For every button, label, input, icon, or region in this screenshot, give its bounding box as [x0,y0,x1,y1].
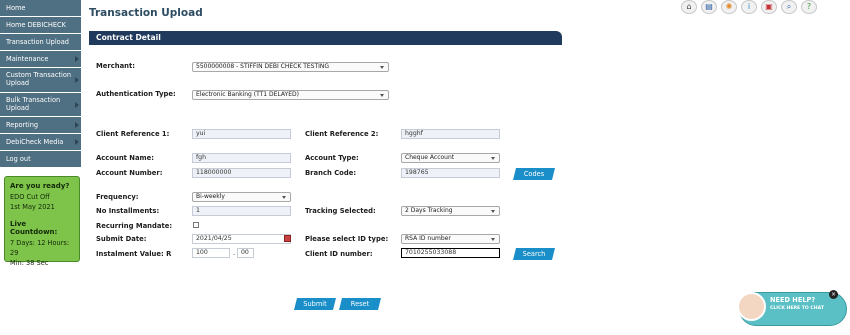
search-button[interactable]: Search [513,248,555,260]
tracking-label: Tracking Selected: [305,207,376,215]
sidebar-item-bulk-transaction-upload[interactable]: Bulk Transaction Upload [0,93,81,117]
account-name-input[interactable]: fgh [192,153,291,163]
instalment-rands-input[interactable]: 100 [192,248,230,258]
countdown-line-2: Min: 38 Sec [10,259,49,267]
search-icon[interactable]: ⌕ [781,0,797,14]
chevron-right-icon [75,139,79,145]
client-id-label: Client ID number: [305,250,373,258]
sidebar-item-label: Reporting [6,121,39,129]
merchant-select-value: 5500000008 - STIFFIN DEBI CHECK TESTING [196,63,330,70]
contract-detail-header: Contract Detail [89,31,562,45]
sidebar-item-label: Home DEBICHECK [6,21,66,29]
merchant-label: Merchant: [96,62,135,70]
submit-button[interactable]: Submit [294,298,336,310]
chevron-right-icon [75,122,79,128]
account-number-label: Account Number: [96,169,163,177]
account-number-input[interactable]: 118000000 [192,168,291,178]
auth-type-select-value: Electronic Banking (TT1 DELAYED) [196,91,299,98]
account-type-select[interactable]: Cheque Account [401,153,500,163]
sidebar-item-custom-transaction-upload[interactable]: Custom Transaction Upload [0,68,81,93]
help-subtitle[interactable]: CLICK HERE TO CHAT [770,306,824,311]
submit-date-input[interactable]: 2021/04/25 [192,234,291,244]
sidebar-item-reporting[interactable]: Reporting [0,117,81,134]
close-icon[interactable]: × [829,290,838,299]
merchant-select[interactable]: 5500000008 - STIFFIN DEBI CHECK TESTING [192,62,389,72]
client-id-input[interactable]: 7010255033088 [401,248,500,258]
id-type-label: Please select ID type: [305,235,389,243]
chevron-down-icon [491,238,495,241]
recurring-mandate-checkbox[interactable] [193,222,199,228]
sidebar-item-logout[interactable]: Log out [0,151,81,168]
auth-type-select[interactable]: Electronic Banking (TT1 DELAYED) [192,90,389,100]
chevron-down-icon [380,66,384,69]
sidebar-item-debicheck-media[interactable]: DebiCheck Media [0,134,81,151]
branch-code-input[interactable]: 198765 [401,168,500,178]
home-icon[interactable]: ⌂ [681,0,697,14]
id-type-select[interactable]: RSA ID number [401,234,500,244]
chevron-down-icon [380,94,384,97]
codes-button[interactable]: Codes [513,168,555,180]
cutoff-label: EDO Cut Off [10,193,50,201]
auth-type-label: Authentication Type: [96,90,176,98]
calendar-icon[interactable] [284,235,291,242]
top-toolbar: ⌂ ▤ ✺ i ▣ ⌕ ? [681,0,817,14]
submit-date-label: Submit Date: [96,235,147,243]
sidebar-item-transaction-upload[interactable]: Transaction Upload [0,34,81,51]
chevron-down-icon [491,157,495,160]
sidebar-item-label: Maintenance [6,55,49,63]
sidebar-item-label: Bulk Transaction Upload [6,96,61,112]
sidebar-item-label: Home [6,4,26,12]
chevron-right-icon [75,101,79,108]
instalment-label: Instalment Value: R [96,250,172,258]
settings-icon[interactable]: ✺ [721,0,737,14]
recurring-mandate-label: Recurring Mandate: [96,222,173,230]
page-title: Transaction Upload [89,7,203,19]
sidebar-item-home[interactable]: Home [0,0,81,17]
chevron-right-icon [75,56,79,62]
sidebar-item-home-debicheck[interactable]: Home DEBICHECK [0,17,81,34]
info-icon[interactable]: i [741,0,757,14]
id-type-select-value: RSA ID number [405,235,451,242]
client-ref2-input[interactable]: hgghf [401,129,500,139]
instalment-decimal-separator: . [233,249,236,257]
client-ref1-label: Client Reference 1: [96,130,170,138]
submit-date-value: 2021/04/25 [196,235,232,242]
account-type-label: Account Type: [305,154,359,162]
client-ref1-input[interactable]: yui [192,129,291,139]
chevron-down-icon [282,196,286,199]
sidebar-item-label: DebiCheck Media [6,138,64,146]
tracking-select[interactable]: 2 Days Tracking [401,206,500,216]
live-countdown-heading: Live Countdown: [10,220,58,236]
chat-help-widget[interactable]: NEED HELP? CLICK HERE TO CHAT × [735,290,848,330]
chevron-right-icon [75,77,79,83]
frequency-label: Frequency: [96,193,139,201]
countdown-panel: Are you ready? EDO Cut Off 1st May 2021 … [4,176,80,267]
countdown-heading: Are you ready? [10,182,70,190]
cutoff-date: 1st May 2021 [10,203,55,211]
frequency-select[interactable]: Bi-weekly [192,192,291,202]
help-icon[interactable]: ? [801,0,817,14]
sidebar-item-label: Log out [6,155,31,163]
sidebar-item-label: Custom Transaction Upload [6,71,72,87]
reset-button[interactable]: Reset [339,298,381,310]
branch-code-label: Branch Code: [305,169,357,177]
countdown-line-1: 7 Days: 12 Hours: 29 [10,239,70,257]
client-ref2-label: Client Reference 2: [305,130,379,138]
installments-label: No Installments: [96,207,160,215]
agent-avatar [737,292,766,321]
printer-icon[interactable]: ▣ [761,0,777,14]
sidebar-item-label: Transaction Upload [6,38,69,46]
document-icon[interactable]: ▤ [701,0,717,14]
help-title: NEED HELP? [770,296,816,304]
installments-input[interactable]: 1 [192,206,291,216]
tracking-select-value: 2 Days Tracking [405,207,453,214]
instalment-cents-input[interactable]: 00 [237,248,254,258]
sidebar-item-maintenance[interactable]: Maintenance [0,51,81,68]
chevron-down-icon [491,210,495,213]
account-type-select-value: Cheque Account [405,154,455,161]
sidebar: Home Home DEBICHECK Transaction Upload M… [0,0,81,168]
account-name-label: Account Name: [96,154,154,162]
frequency-select-value: Bi-weekly [196,193,225,200]
